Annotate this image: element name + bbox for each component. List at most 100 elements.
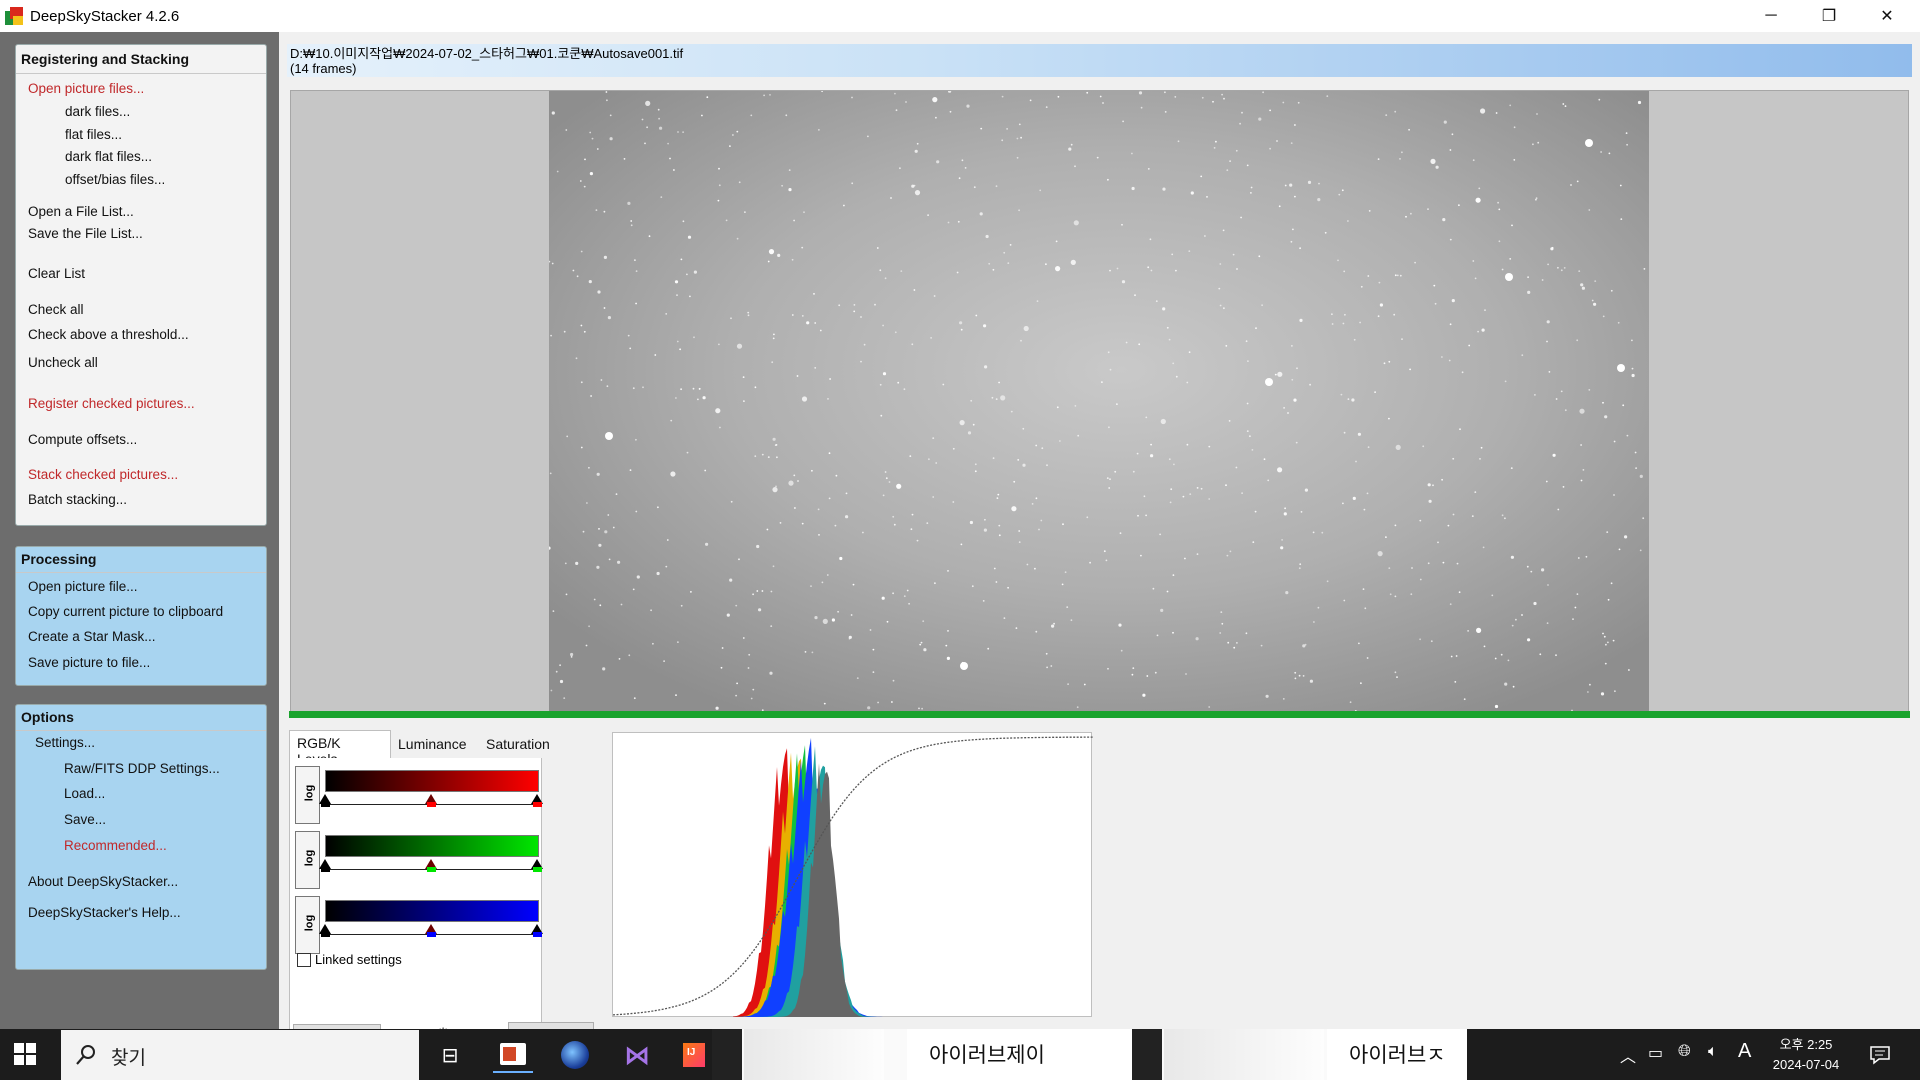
ime-indicator[interactable]: A: [1738, 1040, 1751, 1063]
star: [942, 383, 945, 386]
level-marker-stem: [532, 867, 542, 872]
intellij-icon[interactable]: IJ: [680, 1037, 708, 1073]
windows-start-icon[interactable]: [14, 1043, 36, 1065]
window-thumbnail-2-label[interactable]: 아이러브ㅈ: [1327, 1029, 1467, 1080]
window-thumbnail-2[interactable]: [1132, 1029, 1327, 1080]
star: [1010, 410, 1013, 413]
check-above-threshold-link[interactable]: Check above a threshold...: [28, 327, 189, 342]
level-marker-stem: [532, 932, 542, 937]
star: [869, 629, 872, 631]
log-toggle-red[interactable]: log: [295, 766, 320, 824]
restore-button[interactable]: ❐: [1800, 0, 1858, 32]
star: [1347, 398, 1350, 400]
open-file-list-link[interactable]: Open a File List...: [28, 204, 134, 219]
close-button[interactable]: ✕: [1858, 0, 1916, 32]
log-toggle-blue[interactable]: log: [295, 896, 320, 954]
window-thumbnail-1[interactable]: 아이러브제이: [712, 1029, 907, 1080]
network-globe-icon[interactable]: 🌐︎: [1678, 1043, 1691, 1061]
star: [1250, 186, 1253, 189]
star: [1011, 506, 1017, 512]
star: [1016, 137, 1019, 140]
image-viewer[interactable]: [290, 90, 1909, 715]
star: [995, 398, 998, 400]
load-settings-link[interactable]: Load...: [64, 786, 105, 801]
about-link[interactable]: About DeepSkyStacker...: [28, 874, 178, 889]
star: [1448, 359, 1451, 362]
star: [1250, 192, 1252, 194]
visual-studio-icon[interactable]: ⋈: [617, 1037, 657, 1073]
help-link[interactable]: DeepSkyStacker's Help...: [28, 905, 181, 920]
checkbox-box[interactable]: [297, 952, 311, 967]
notification-icon[interactable]: [1869, 1045, 1891, 1065]
star: [1225, 484, 1227, 487]
star: [1602, 632, 1604, 635]
star: [1283, 512, 1287, 516]
save-picture-link[interactable]: Save picture to file...: [28, 655, 150, 670]
uncheck-all-link[interactable]: Uncheck all: [28, 355, 98, 370]
star: [1546, 340, 1548, 343]
star: [1229, 160, 1231, 162]
star: [1533, 601, 1537, 606]
open-picture-file-link[interactable]: Open picture file...: [28, 579, 138, 594]
taskbar-clock[interactable]: 오후 2:25 2024-07-04: [1760, 1035, 1852, 1075]
taskbar-search-box[interactable]: 찾기: [61, 1030, 419, 1080]
star: [1614, 690, 1616, 693]
star: [1452, 457, 1455, 460]
star: [1018, 530, 1021, 532]
star: [983, 528, 987, 532]
star: [1282, 698, 1285, 700]
tab-rgbk-levels[interactable]: RGB/K Levels: [289, 730, 391, 767]
save-file-list-link[interactable]: Save the File List...: [28, 226, 143, 241]
star: [1537, 141, 1540, 144]
star: [960, 328, 963, 331]
star: [602, 667, 606, 671]
copy-to-clipboard-link[interactable]: Copy current picture to clipboard: [28, 604, 223, 619]
stacked-image[interactable]: [549, 91, 1649, 711]
task-view-icon[interactable]: ⊟: [430, 1037, 470, 1073]
star: [596, 472, 600, 476]
star: [580, 324, 583, 327]
star: [974, 463, 977, 466]
show-hidden-icons-icon[interactable]: ︿: [1620, 1043, 1636, 1067]
star: [971, 585, 974, 588]
star: [1434, 302, 1437, 305]
settings-link[interactable]: Settings...: [35, 735, 95, 750]
create-star-mask-link[interactable]: Create a Star Mask...: [28, 629, 156, 644]
save-settings-link[interactable]: Save...: [64, 812, 106, 827]
star: [1447, 524, 1450, 527]
star: [771, 361, 774, 364]
offset-bias-files-link[interactable]: offset/bias files...: [65, 172, 165, 187]
star: [1190, 191, 1194, 195]
star: [1427, 562, 1430, 565]
tab-saturation[interactable]: Saturation: [479, 732, 563, 758]
clear-list-link[interactable]: Clear List: [28, 266, 85, 281]
star: [1419, 519, 1422, 522]
dark-files-link[interactable]: dark files...: [65, 104, 130, 119]
tab-luminance[interactable]: Luminance: [391, 732, 477, 758]
powerpoint-icon[interactable]: [493, 1037, 533, 1073]
star: [744, 211, 746, 213]
recommended-settings-link[interactable]: Recommended...: [64, 838, 167, 853]
window-thumbnail-1-label[interactable]: 아이러브제이: [907, 1029, 1132, 1080]
star: [935, 116, 937, 119]
linked-settings-checkbox[interactable]: Linked settings: [297, 952, 402, 967]
raw-fits-settings-link[interactable]: Raw/FITS DDP Settings...: [64, 761, 220, 776]
flat-files-link[interactable]: flat files...: [65, 127, 122, 142]
stellarium-icon[interactable]: [555, 1037, 595, 1073]
star: [1547, 263, 1549, 266]
register-checked-link[interactable]: Register checked pictures...: [28, 396, 195, 411]
star: [677, 131, 679, 133]
batch-stacking-link[interactable]: Batch stacking...: [28, 492, 127, 507]
star: [793, 474, 796, 477]
open-picture-files-link[interactable]: Open picture files...: [28, 81, 144, 96]
dark-flat-files-link[interactable]: dark flat files...: [65, 149, 152, 164]
battery-icon[interactable]: ▭: [1648, 1043, 1663, 1063]
stack-checked-link[interactable]: Stack checked pictures...: [28, 467, 178, 482]
compute-offsets-link[interactable]: Compute offsets...: [28, 432, 137, 447]
star: [770, 590, 773, 593]
check-all-link[interactable]: Check all: [28, 302, 84, 317]
minimize-button[interactable]: ─: [1742, 0, 1800, 32]
log-toggle-green[interactable]: log: [295, 831, 320, 889]
volume-icon[interactable]: 🔈︎: [1708, 1043, 1718, 1061]
star: [1241, 492, 1243, 494]
